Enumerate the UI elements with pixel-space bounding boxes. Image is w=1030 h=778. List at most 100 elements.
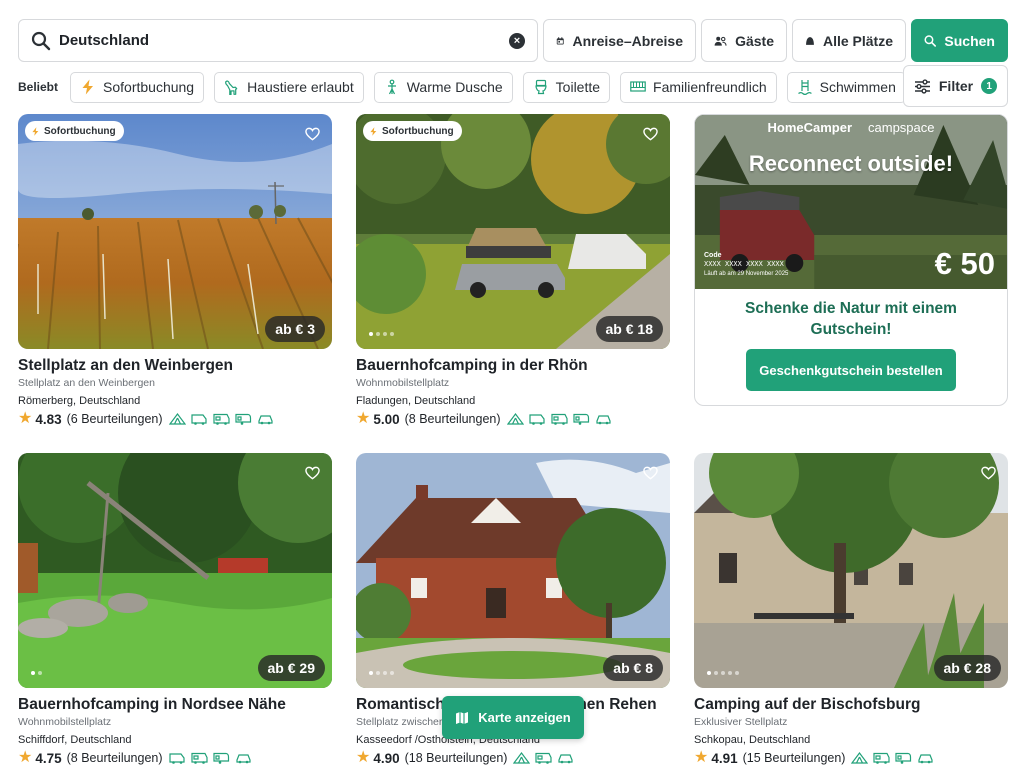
tent-amenity-icon bbox=[513, 752, 531, 764]
carousel-dots[interactable] bbox=[369, 671, 394, 675]
chip-toilet[interactable]: Toilette bbox=[522, 71, 611, 103]
place-type-label: Alle Plätze bbox=[822, 32, 893, 49]
listing-photo[interactable]: ab € 28 bbox=[694, 453, 1008, 688]
promo-image: HomeCamper campspace Reconnect outside! … bbox=[695, 115, 1007, 289]
homecamper-logo: HomeCamper bbox=[767, 120, 853, 135]
instant-booking-badge: Sofortbuchung bbox=[363, 121, 462, 141]
listing-card[interactable]: ab € 29 Bauernhofcamping in Nordsee Nähe… bbox=[18, 453, 332, 766]
filter-count-badge: 1 bbox=[981, 78, 998, 94]
rating-score: 4.91 bbox=[711, 750, 738, 766]
listing-location: Fladungen, Deutschland bbox=[356, 395, 476, 407]
favorite-heart-icon[interactable] bbox=[643, 466, 658, 480]
carousel-dots[interactable] bbox=[369, 332, 394, 336]
listing-card[interactable]: Sofortbuchung ab € 3 Stellplatz an den W… bbox=[18, 114, 332, 427]
vehicle-icons bbox=[168, 413, 274, 425]
chip-instant-booking[interactable]: Sofortbuchung bbox=[70, 71, 205, 103]
campspace-logo: campspace bbox=[868, 120, 935, 135]
listing-card[interactable]: ab € 28 Camping auf der Bischofsburg Exk… bbox=[694, 453, 1008, 766]
instant-booking-label: Sofortbuchung bbox=[382, 125, 454, 137]
vehicle-icons bbox=[168, 752, 252, 764]
chip-label: Toilette bbox=[555, 79, 601, 95]
carousel-dots[interactable] bbox=[31, 671, 42, 675]
swimming-icon bbox=[797, 80, 812, 95]
chip-swimming[interactable]: Schwimmen bbox=[786, 71, 906, 103]
code-label: Code bbox=[704, 252, 722, 259]
garden-swing-photo bbox=[18, 453, 332, 688]
order-voucher-button[interactable]: Geschenkgutschein bestellen bbox=[746, 349, 956, 391]
dates-button[interactable]: Anreise–Abreise bbox=[543, 19, 696, 62]
car-icon bbox=[595, 415, 611, 425]
search-icon bbox=[31, 31, 51, 50]
chip-label: Warme Dusche bbox=[406, 79, 503, 95]
star-icon: ★ bbox=[356, 749, 371, 766]
favorite-heart-icon[interactable] bbox=[305, 127, 320, 141]
rating-score: 4.90 bbox=[373, 750, 400, 766]
star-icon: ★ bbox=[18, 410, 33, 427]
chip-label: Schwimmen bbox=[819, 79, 896, 95]
price-badge: ab € 29 bbox=[257, 655, 325, 681]
dog-icon bbox=[225, 80, 238, 95]
listing-card[interactable]: Sofortbuchung ab € 18 Bauernhofcamping i… bbox=[356, 114, 670, 427]
tent-amenity-icon bbox=[168, 413, 186, 425]
favorite-heart-icon[interactable] bbox=[643, 127, 658, 141]
star-icon: ★ bbox=[356, 410, 371, 427]
motorhome-icon bbox=[550, 413, 568, 425]
rating-row: ★ 4.83 (6 Beurteilungen) bbox=[18, 411, 332, 427]
listing-photo[interactable]: Sofortbuchung ab € 18 bbox=[356, 114, 670, 349]
brick-house-photo bbox=[356, 453, 670, 688]
caravan-icon bbox=[572, 413, 589, 425]
review-count: (15 Beurteilungen) bbox=[742, 751, 846, 765]
filter-label: Filter bbox=[938, 78, 974, 94]
campervan-icon bbox=[190, 414, 207, 425]
promo-text: Schenke die Natur mit einem Gutschein! bbox=[745, 300, 957, 338]
tent-amenity-icon bbox=[506, 413, 524, 425]
rating-score: 4.75 bbox=[35, 750, 62, 766]
price-badge: ab € 28 bbox=[933, 655, 1001, 681]
show-map-button[interactable]: Karte anzeigen bbox=[442, 696, 584, 739]
rating-score: 5.00 bbox=[373, 411, 400, 427]
chip-pets-allowed[interactable]: Haustiere erlaubt bbox=[214, 71, 364, 103]
voucher-amount: € 50 bbox=[934, 246, 995, 281]
tent-icon bbox=[806, 36, 814, 45]
search-input[interactable] bbox=[59, 32, 509, 49]
search-button[interactable]: Suchen bbox=[911, 19, 1008, 62]
place-type-button[interactable]: Alle Plätze bbox=[792, 19, 906, 62]
guests-button[interactable]: Gäste bbox=[701, 19, 787, 62]
listing-location: Schkopau, Deutschland bbox=[694, 734, 811, 746]
listing-location: Römerberg, Deutschland bbox=[18, 395, 141, 407]
price-badge: ab € 8 bbox=[603, 655, 663, 681]
listing-title[interactable]: Camping auf der Bischofsburg bbox=[694, 696, 1008, 714]
lightning-icon bbox=[32, 126, 39, 136]
gift-voucher-promo: HomeCamper campspace Reconnect outside! … bbox=[694, 114, 1008, 406]
star-icon: ★ bbox=[694, 749, 709, 766]
clear-search-button[interactable]: × bbox=[509, 32, 525, 49]
search-bar: × Anreise–Abreise Gäste Alle Plätze Such… bbox=[18, 19, 1008, 63]
chip-label: Familienfreundlich bbox=[653, 79, 767, 95]
star-icon: ★ bbox=[18, 749, 33, 766]
listing-photo[interactable]: ab € 29 bbox=[18, 453, 332, 688]
filter-button[interactable]: Filter 1 bbox=[903, 65, 1008, 107]
caravan-icon bbox=[212, 752, 229, 764]
code-value: XXXX XXXX XXXX XXXX bbox=[704, 261, 784, 269]
listing-photo[interactable]: Sofortbuchung ab € 3 bbox=[18, 114, 332, 349]
chip-family-friendly[interactable]: Familienfreundlich bbox=[620, 71, 777, 103]
listing-title[interactable]: Bauernhofcamping in der Rhön bbox=[356, 357, 670, 375]
carousel-dots[interactable] bbox=[707, 671, 739, 675]
listing-photo[interactable]: ab € 8 bbox=[356, 453, 670, 688]
rating-row: ★ 4.90 (18 Beurteilungen) bbox=[356, 750, 670, 766]
instant-booking-label: Sofortbuchung bbox=[44, 125, 116, 137]
campervan-icon bbox=[528, 414, 545, 425]
rating-row: ★ 4.75 (8 Beurteilungen) bbox=[18, 750, 332, 766]
favorite-heart-icon[interactable] bbox=[981, 466, 996, 480]
review-count: (6 Beurteilungen) bbox=[66, 412, 163, 426]
search-field[interactable]: × bbox=[18, 19, 538, 62]
listing-title[interactable]: Stellplatz an den Weinbergen bbox=[18, 357, 332, 375]
favorite-heart-icon[interactable] bbox=[305, 466, 320, 480]
motorhome-icon bbox=[535, 752, 553, 764]
rating-row: ★ 5.00 (8 Beurteilungen) bbox=[356, 411, 670, 427]
lightning-icon bbox=[370, 126, 377, 136]
chip-warm-shower[interactable]: Warme Dusche bbox=[373, 71, 513, 103]
caravan-icon bbox=[895, 752, 912, 764]
show-map-label: Karte anzeigen bbox=[478, 710, 571, 725]
listing-title[interactable]: Bauernhofcamping in Nordsee Nähe bbox=[18, 696, 332, 714]
